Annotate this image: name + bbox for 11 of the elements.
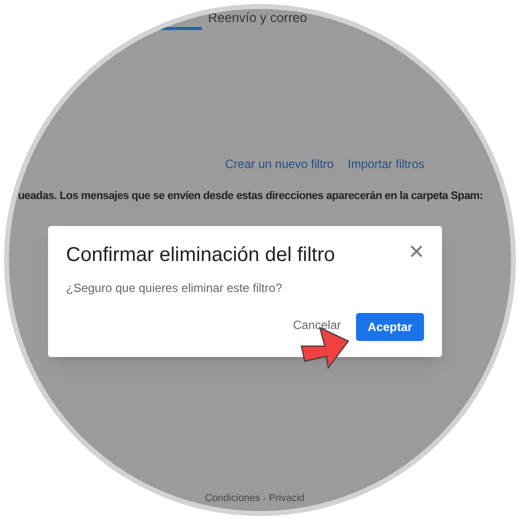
dialog-title: Confirmar eliminación del filtro bbox=[66, 242, 335, 268]
footer-links: Condiciones · Privacid bbox=[205, 492, 306, 506]
accept-button[interactable]: Aceptar bbox=[356, 312, 424, 340]
dialog-message: ¿Seguro que quieres eliminar este filtro? bbox=[65, 280, 284, 296]
tab[interactable]: Reenvío y correo bbox=[208, 9, 307, 28]
close-button[interactable]: × bbox=[408, 240, 424, 262]
link[interactable]: Crear un nuevo filtro bbox=[225, 155, 334, 173]
link[interactable]: Importar filtros bbox=[348, 155, 424, 173]
notice-text: ueadas. Los mensajes que se envíen desde estas direcciones aparecerán en la carpeta Spam: bbox=[18, 189, 484, 204]
tab-indicator bbox=[160, 27, 202, 30]
cancel-button[interactable]: Cancelar bbox=[292, 318, 342, 332]
